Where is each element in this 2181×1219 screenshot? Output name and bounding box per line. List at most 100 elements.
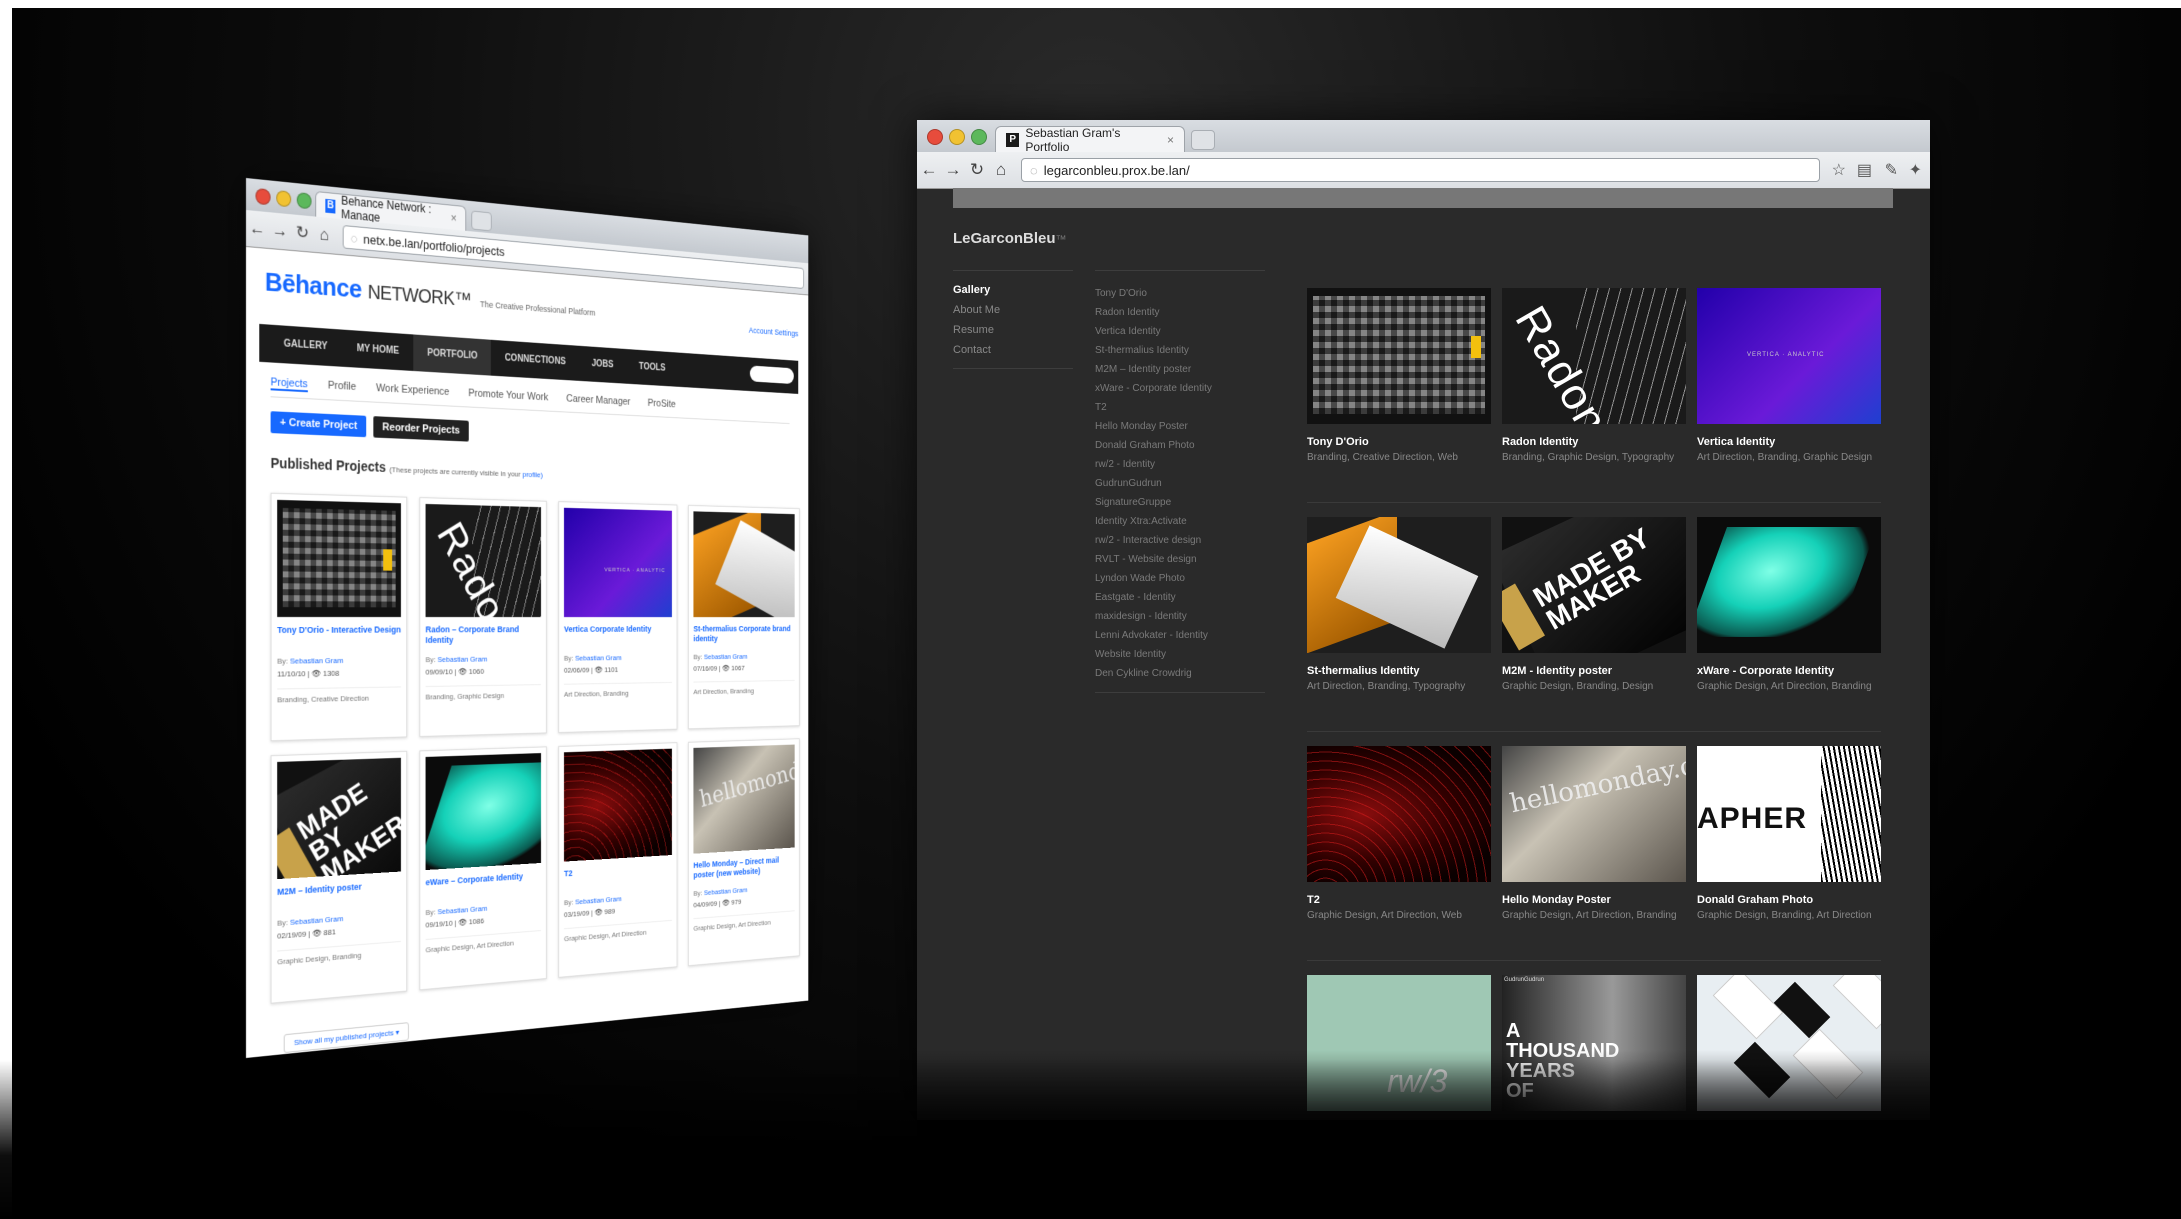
reload-icon[interactable]: ↻ <box>291 222 313 244</box>
project-card[interactable]: hellomonday.com Hello Monday – Direct mai… <box>688 738 800 967</box>
extension-icon[interactable]: ✎ <box>1885 160 1898 180</box>
project-tile[interactable]: St-thermalius Identity Art Direction, Bra… <box>1307 517 1491 746</box>
project-thumbnail[interactable]: MADE BY MAKER <box>277 757 401 880</box>
project-tile-image[interactable] <box>1307 517 1491 653</box>
address-bar[interactable]: ◌ legarconbleu.prox.be.lan/ <box>1021 158 1820 182</box>
author-link[interactable]: Sebastian Gram <box>704 886 747 897</box>
tab-career-manager[interactable]: Career Manager <box>566 393 630 409</box>
project-tile-image[interactable]: hellomonday.com <box>1502 746 1686 882</box>
project-thumbnail[interactable] <box>425 753 542 871</box>
site-brand[interactable]: LeGarconBleu™ <box>953 230 1067 247</box>
project-card[interactable]: eWare – Corporate Identity By: Sebastian … <box>419 746 547 991</box>
project-list-item[interactable]: St-thermalius Identity <box>1095 341 1212 360</box>
project-title[interactable]: Vertica Corporate Identity <box>564 624 672 646</box>
project-title[interactable]: M2M – Identity poster <box>277 879 401 911</box>
project-list-item[interactable]: Donald Graham Photo <box>1095 436 1212 455</box>
project-list-item[interactable]: T2 <box>1095 398 1212 417</box>
back-arrow-icon[interactable]: ← <box>917 160 941 180</box>
project-title[interactable]: eWare – Corporate Identity <box>426 870 541 900</box>
project-list-item[interactable]: Eastgate - Identity <box>1095 588 1212 607</box>
close-window-button[interactable] <box>927 129 943 145</box>
forward-arrow-icon[interactable]: → <box>941 160 965 180</box>
project-thumbnail[interactable] <box>277 499 401 618</box>
page-menu-icon[interactable]: ▤ <box>1857 160 1872 180</box>
project-thumbnail[interactable]: hellomonday.com <box>693 744 795 854</box>
project-tile-image[interactable]: APHER <box>1697 746 1881 882</box>
nav-tools[interactable]: TOOLS <box>626 349 678 387</box>
project-tile-name[interactable]: Radon Identity <box>1502 436 1686 448</box>
project-list-item[interactable]: M2M – Identity poster <box>1095 360 1212 379</box>
menu-about[interactable]: About Me <box>953 300 1000 320</box>
nav-my-home[interactable]: MY HOME <box>342 330 413 371</box>
project-tile-name[interactable]: T2 <box>1307 894 1491 906</box>
project-card[interactable]: St-thermalius Corporate brand identity By… <box>688 504 800 730</box>
project-list-item[interactable]: maxidesign - Identity <box>1095 607 1212 626</box>
nav-gallery[interactable]: GALLERY <box>269 325 342 367</box>
project-thumbnail[interactable] <box>563 748 672 862</box>
project-title[interactable]: Radon – Corporate Brand Identity <box>426 625 541 648</box>
author-link[interactable]: Sebastian Gram <box>438 655 488 664</box>
project-title[interactable]: T2 <box>564 862 672 891</box>
search-input[interactable] <box>749 365 794 385</box>
account-settings-link[interactable]: Account Settings <box>749 326 798 339</box>
nav-portfolio[interactable]: PORTFOLIO <box>413 334 492 376</box>
project-list-item[interactable]: Vertica Identity <box>1095 322 1212 341</box>
project-tile-name[interactable]: Tony D'Orio <box>1307 436 1491 448</box>
browser-tab-portfolio[interactable]: P Sebastian Gram's Portfolio × <box>995 126 1185 154</box>
project-list-item[interactable]: Den Cykline Crowdrig <box>1095 664 1212 683</box>
project-list-item[interactable]: SignatureGruppe <box>1095 493 1212 512</box>
create-project-button[interactable]: + Create Project <box>270 411 367 438</box>
project-list-item[interactable]: Website Identity <box>1095 645 1212 664</box>
minimize-window-button[interactable] <box>949 129 965 145</box>
close-tab-icon[interactable]: × <box>451 211 457 225</box>
project-list-item[interactable]: xWare - Corporate Identity <box>1095 379 1212 398</box>
close-window-button[interactable] <box>255 187 271 206</box>
nav-jobs[interactable]: JOBS <box>579 346 626 384</box>
project-card[interactable]: Radon Radon – Corporate Brand Identity By:… <box>419 497 547 738</box>
home-icon[interactable]: ⌂ <box>313 224 335 246</box>
project-thumbnail[interactable] <box>693 511 795 618</box>
project-card[interactable]: Tony D'Orio - Interactive Design By: Seba… <box>270 492 408 742</box>
tab-work-experience[interactable]: Work Experience <box>376 382 449 399</box>
reload-icon[interactable]: ↻ <box>965 160 989 180</box>
behance-logo[interactable]: Bēhance NETWORK™ <box>265 267 471 312</box>
tab-projects[interactable]: Projects <box>270 376 308 393</box>
project-list-item[interactable]: Lyndon Wade Photo <box>1095 569 1212 588</box>
back-arrow-icon[interactable]: ← <box>246 218 269 240</box>
project-tile-image[interactable]: VERTICA · ANALYTIC <box>1697 288 1881 424</box>
project-tile-image[interactable]: Radon <box>1502 288 1686 424</box>
profile-link[interactable]: profile) <box>523 470 543 479</box>
project-list-item[interactable]: rw/2 - Identity <box>1095 455 1212 474</box>
project-tile-name[interactable]: xWare - Corporate Identity <box>1697 665 1881 677</box>
home-icon[interactable]: ⌂ <box>989 160 1013 180</box>
project-list-item[interactable]: Tony D'Orio <box>1095 284 1212 303</box>
project-title[interactable]: Tony D'Orio - Interactive Design <box>277 625 401 649</box>
author-link[interactable]: Sebastian Gram <box>575 654 621 663</box>
menu-contact[interactable]: Contact <box>953 340 1000 360</box>
author-link[interactable]: Sebastian Gram <box>290 656 343 665</box>
tab-promote[interactable]: Promote Your Work <box>468 388 548 406</box>
tab-prosite[interactable]: ProSite <box>648 398 676 412</box>
new-tab-button[interactable] <box>471 210 492 232</box>
tab-profile[interactable]: Profile <box>328 380 356 395</box>
project-card[interactable]: MADE BY MAKER M2M – Identity poster By: Se… <box>270 750 408 1004</box>
project-tile[interactable]: Tony D'Orio Branding, Creative Direction,… <box>1307 288 1491 517</box>
project-list-item[interactable]: rw/2 - Interactive design <box>1095 531 1212 550</box>
new-tab-button[interactable] <box>1191 130 1215 150</box>
project-tile-name[interactable]: Donald Graham Photo <box>1697 894 1881 906</box>
project-thumbnail[interactable]: VERTICA · ANALYTIC <box>563 507 672 618</box>
project-list-item[interactable]: Lenni Advokater - Identity <box>1095 626 1212 645</box>
close-tab-icon[interactable]: × <box>1167 133 1174 147</box>
project-thumbnail[interactable]: Radon <box>425 503 542 618</box>
project-tile[interactable]: hellomonday.com Hello Monday Poster Graphi… <box>1502 746 1686 975</box>
project-title[interactable]: Hello Monday – Direct mail poster (new w… <box>693 854 794 882</box>
zoom-window-button[interactable] <box>296 192 312 210</box>
project-tile-image[interactable] <box>1307 746 1491 882</box>
project-tile-image[interactable]: MADE BY MAKER <box>1502 517 1686 653</box>
wrench-icon[interactable]: ✦ <box>1909 160 1922 180</box>
menu-resume[interactable]: Resume <box>953 320 1000 340</box>
project-tile-image[interactable] <box>1307 288 1491 424</box>
project-tile-image[interactable] <box>1697 517 1881 653</box>
nav-connections[interactable]: CONNECTIONS <box>491 340 579 381</box>
project-tile[interactable]: VERTICA · ANALYTIC Vertica Identity Art Di… <box>1697 288 1881 517</box>
